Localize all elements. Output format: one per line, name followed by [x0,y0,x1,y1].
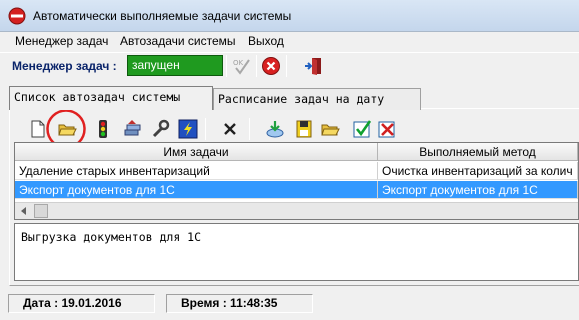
import-icon[interactable] [265,119,285,139]
traffic-light-icon[interactable] [93,119,113,139]
table-cell-method-selected[interactable]: Экспорт документов для 1С [378,181,578,199]
menu-task-manager[interactable]: Менеджер задач [15,34,108,48]
tab-schedule-by-date[interactable]: Расписание задач на дату [213,88,421,110]
tab-system-autotasks-list[interactable]: Список автозадач системы [9,86,213,110]
task-manager-label: Менеджер задач : [12,59,117,73]
column-header-task-name[interactable]: Имя задачи [15,143,378,161]
check-all-icon[interactable] [352,119,372,139]
wrench-icon[interactable] [150,119,170,139]
status-time: Время : 11:48:35 [166,294,313,313]
table-cell-task-name-selected[interactable]: Экспорт документов для 1С [15,181,378,199]
menu-system-autotasks[interactable]: Автозадачи системы [120,34,236,48]
toolbar-separator [249,118,250,140]
horizontal-scrollbar[interactable] [15,202,578,219]
table-cell-task-name[interactable]: Удаление старых инвентаризаций [15,162,378,180]
svg-text:OK: OK [233,59,244,67]
table-cell-method[interactable]: Очистка инвентаризаций за колич [378,162,578,180]
toolbar-separator [226,55,227,77]
status-date: Дата : 19.01.2016 [8,294,155,313]
ok-check-icon[interactable]: OK [232,56,252,76]
folder-open-icon[interactable] [320,119,340,139]
scroll-left-arrow-icon[interactable] [17,204,31,218]
menu-exit[interactable]: Выход [248,34,284,48]
toolbar-separator [205,118,206,140]
uncheck-all-icon[interactable] [377,119,397,139]
window-title: Автоматически выполняемые задачи системы [33,9,292,23]
exit-door-icon[interactable] [304,56,324,76]
run-lightning-icon[interactable] [178,119,198,139]
toolbar-separator [286,55,287,77]
toolbar-separator [256,55,257,77]
scrollbar-thumb[interactable] [34,204,48,218]
save-disk-icon[interactable] [294,119,314,139]
properties-stack-icon[interactable] [122,119,142,139]
task-description[interactable]: Выгрузка документов для 1С [14,223,579,281]
column-header-method[interactable]: Выполняемый метод [378,143,578,161]
app-icon [8,7,26,25]
task-manager-status: запущен [127,55,223,76]
stop-icon[interactable] [261,56,281,76]
delete-x-icon[interactable] [220,119,240,139]
